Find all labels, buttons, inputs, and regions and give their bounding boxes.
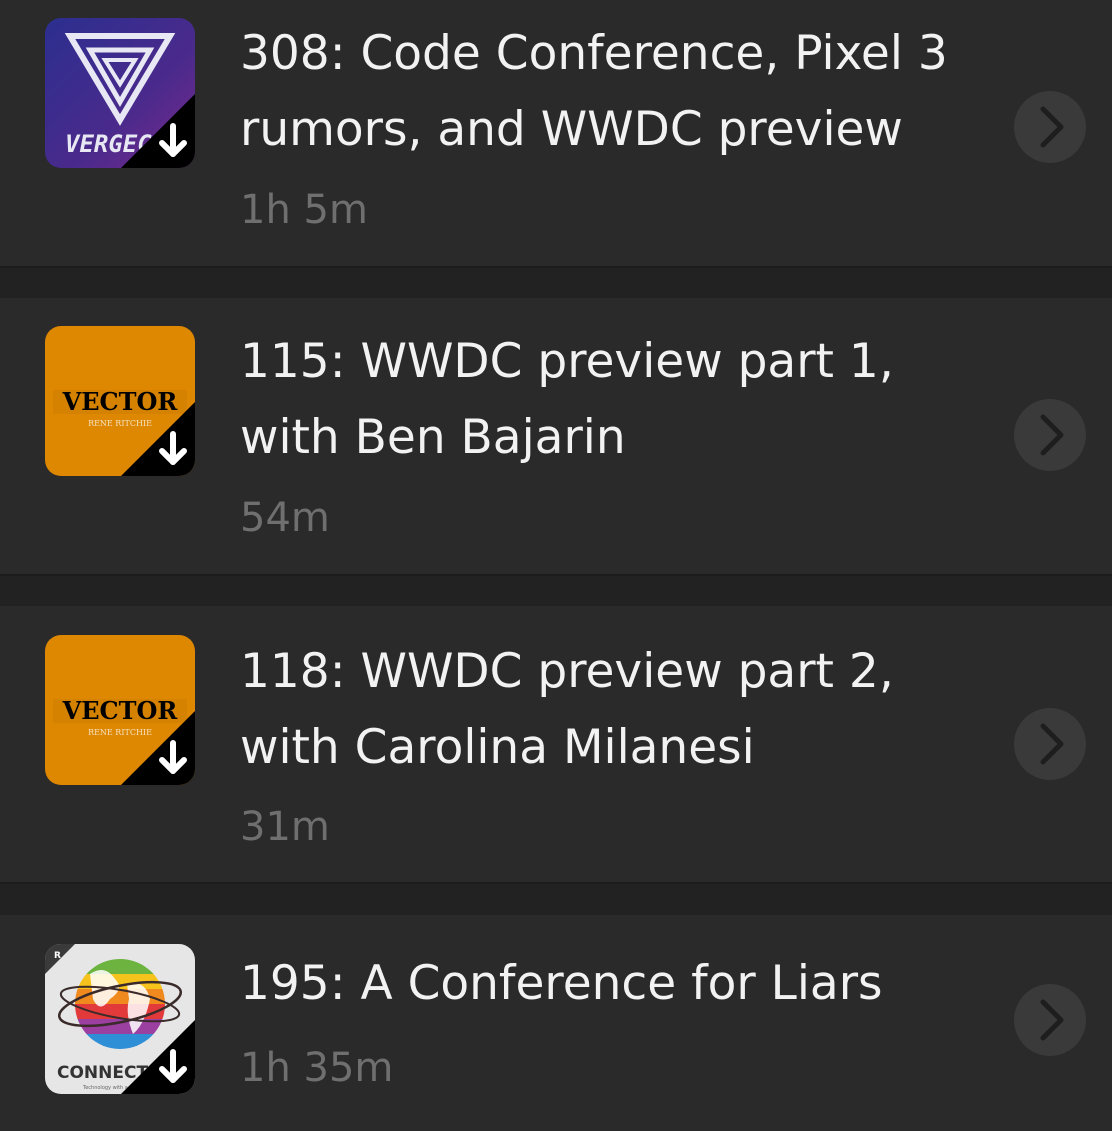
row-separator [0, 576, 1112, 606]
episode-title: 308: Code Conference, Pixel 3 rumors, an… [240, 26, 948, 157]
artwork-label: VECTOR [62, 696, 179, 725]
vergecast-artwork-icon: VERGECAST [45, 18, 195, 168]
vector-artwork-icon: VECTOR RENE RITCHIE [45, 635, 195, 785]
chevron-right-icon[interactable] [1014, 984, 1086, 1056]
episode-row[interactable]: R CONNECTED Technology with a Human Touc… [0, 915, 1112, 1131]
episode-duration: 1h 5m [240, 187, 368, 233]
artwork-sublabel: RENE RITCHIE [88, 419, 152, 428]
episode-row[interactable]: VERGECAST 308: Code Conference, Pixel 3 … [0, 0, 1112, 268]
episode-title: 195: A Conference for Liars [240, 956, 883, 1011]
row-separator [0, 268, 1112, 298]
episode-title: 115: WWDC preview part 1, with Ben Bajar… [240, 334, 894, 465]
row-separator [0, 884, 1112, 915]
artwork-sublabel: RENE RITCHIE [88, 728, 152, 737]
chevron-right-icon[interactable] [1014, 399, 1086, 471]
vector-artwork-icon: VECTOR RENE RITCHIE [45, 326, 195, 476]
chevron-right-icon[interactable] [1014, 91, 1086, 163]
episode-row[interactable]: VECTOR RENE RITCHIE 118: WWDC preview pa… [0, 606, 1112, 884]
artwork-badge: R [54, 951, 61, 961]
episode-duration: 54m [240, 495, 330, 541]
connected-artwork-icon: R CONNECTED Technology with a Human Touc… [45, 944, 195, 1094]
chevron-right-icon[interactable] [1014, 708, 1086, 780]
artwork-label: VECTOR [62, 387, 179, 416]
episode-duration: 31m [240, 804, 330, 850]
episode-title: 118: WWDC preview part 2, with Carolina … [240, 644, 894, 775]
episode-duration: 1h 35m [240, 1045, 394, 1091]
episode-row[interactable]: VECTOR RENE RITCHIE 115: WWDC preview pa… [0, 298, 1112, 576]
episode-list: VERGECAST 308: Code Conference, Pixel 3 … [0, 0, 1112, 1131]
